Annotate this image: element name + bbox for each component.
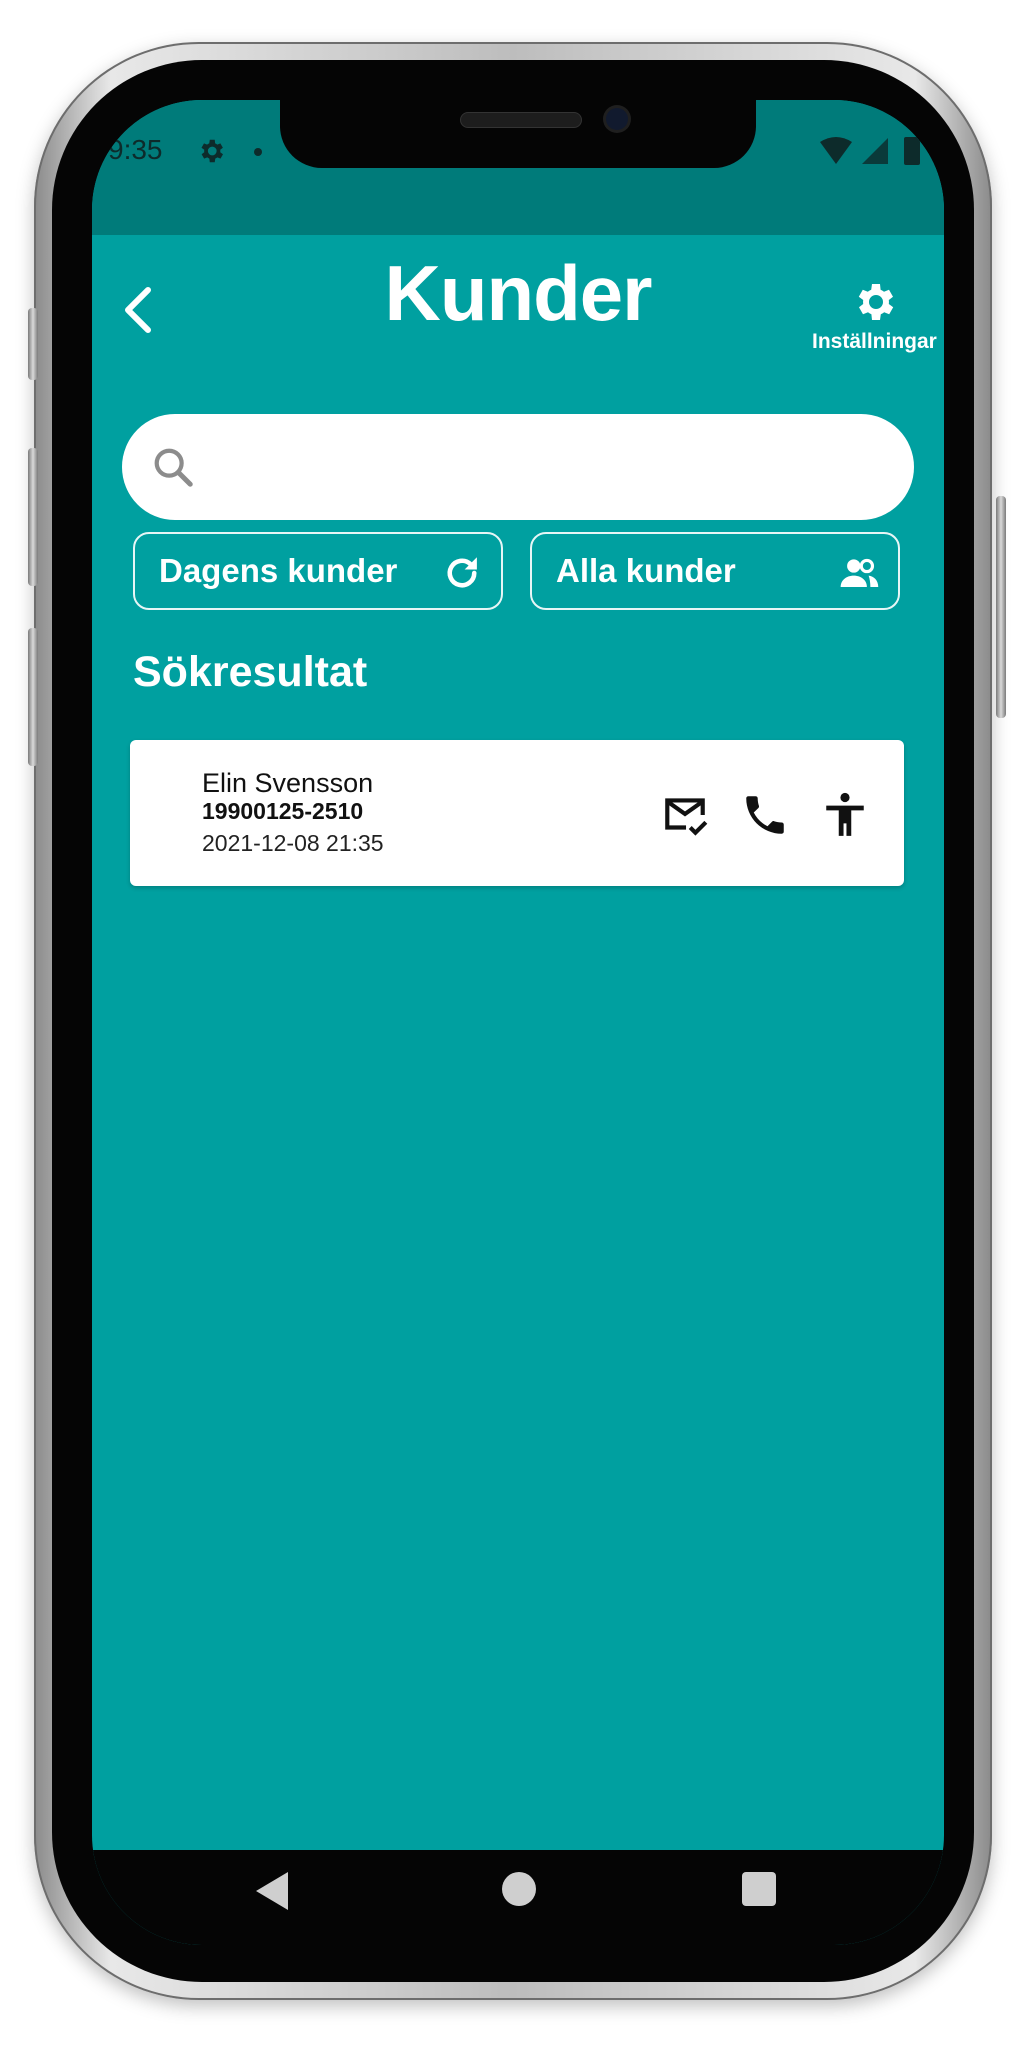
settings-button[interactable]: Inställningar bbox=[812, 278, 944, 368]
status-time: 9:35 bbox=[108, 134, 163, 165]
app-screen: 9:35 Kunder Inställningar Dagens kunder … bbox=[92, 100, 944, 1945]
front-camera bbox=[606, 108, 628, 130]
list-item[interactable]: Elin Svensson 19900125-2510 2021-12-08 2… bbox=[130, 740, 904, 886]
status-right-icons bbox=[820, 137, 920, 165]
todays-customers-button[interactable]: Dagens kunder bbox=[133, 532, 503, 610]
wifi-icon bbox=[820, 137, 852, 164]
search-bar[interactable] bbox=[122, 414, 914, 520]
search-input[interactable] bbox=[214, 434, 878, 502]
settings-label: Inställningar bbox=[812, 330, 937, 353]
gear-icon bbox=[858, 284, 894, 320]
speaker-grille bbox=[460, 112, 582, 128]
nav-recent-icon[interactable] bbox=[742, 1872, 776, 1906]
results-heading: Sökresultat bbox=[133, 648, 368, 696]
signal-icon bbox=[862, 138, 888, 164]
notch bbox=[280, 100, 756, 168]
side-button-volume-up bbox=[28, 448, 38, 586]
customer-personal-number: 19900125-2510 bbox=[202, 798, 364, 824]
system-nav-bar bbox=[92, 1850, 944, 1945]
side-button-mute bbox=[28, 308, 38, 380]
customer-name: Elin Svensson bbox=[202, 768, 374, 798]
customer-datetime: 2021-12-08 21:35 bbox=[202, 830, 384, 856]
all-customers-label: Alla kunder bbox=[556, 552, 736, 589]
phone-icon[interactable] bbox=[740, 790, 790, 840]
search-icon bbox=[154, 448, 193, 487]
nav-back-icon[interactable] bbox=[252, 1870, 292, 1912]
accessibility-icon[interactable] bbox=[820, 790, 870, 840]
battery-icon bbox=[904, 137, 920, 165]
side-button-power bbox=[996, 496, 1006, 718]
refresh-icon bbox=[447, 557, 477, 588]
all-customers-button[interactable]: Alla kunder bbox=[530, 532, 900, 610]
gear-icon bbox=[201, 139, 223, 163]
dot-icon bbox=[254, 148, 262, 156]
mail-check-icon[interactable] bbox=[660, 790, 710, 840]
side-button-volume-down bbox=[28, 628, 38, 766]
people-icon bbox=[840, 558, 879, 587]
device-mockup: 9:35 Kunder Inställningar Dagens kunder … bbox=[0, 0, 1024, 2048]
nav-home-icon[interactable] bbox=[502, 1872, 536, 1906]
todays-customers-label: Dagens kunder bbox=[159, 552, 398, 589]
